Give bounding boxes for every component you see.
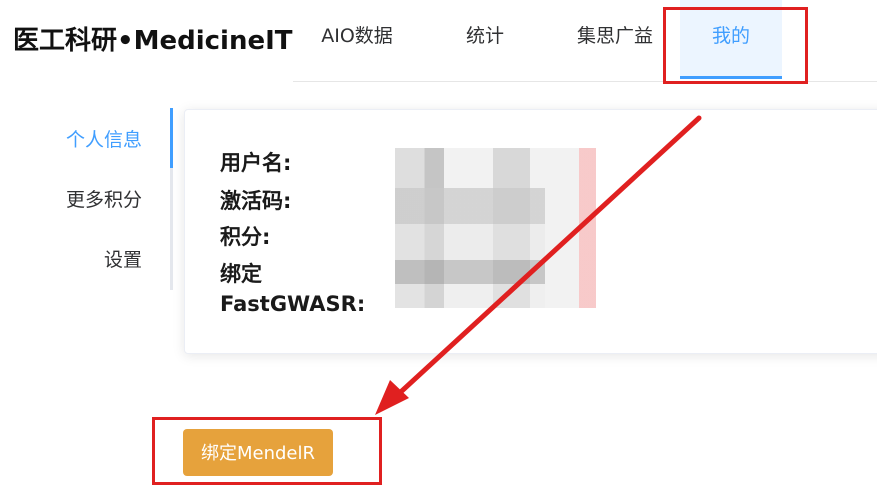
annotation-arrow xyxy=(375,115,702,415)
